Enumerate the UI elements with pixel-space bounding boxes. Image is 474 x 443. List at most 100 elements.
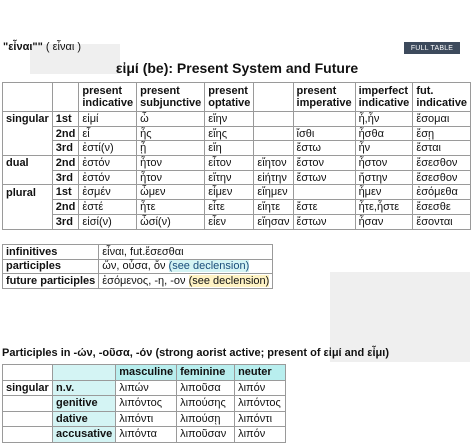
headword: "εἶναι"" ( εἶναι ) [3,41,81,53]
header-masculine: masculine [115,364,178,381]
conjugation-cell: ἐστί(ν) [78,140,138,157]
header-fut-indicative: fut. indicative [412,82,472,112]
conjugation-cell: ἦν [354,140,414,157]
corner-cell [51,82,80,112]
row-group-label: dual [2,155,53,171]
row-group-label: singular [2,111,53,127]
participle-case-label: n.v. [51,379,117,396]
corner-cell [2,364,53,381]
conjugation-cell: ἐστόν [78,155,138,171]
conjugation-cell: εἴην [204,111,255,127]
conjugation-cell: ἐσόμεθα [412,184,472,201]
participle-row: dative λιπόντι λιπούσῃ λιπόντι [2,410,286,427]
conjugation-table: present indicative present subjunctive p… [2,82,472,230]
participle-case-label: dative [51,410,117,427]
conjugation-cell [292,111,356,127]
see-declension-link[interactable]: (see declension) [168,260,250,273]
conjugation-cell: ἦσαν [354,213,414,230]
conjugation-cell [253,125,294,142]
participle-cell: λιπόντα [115,426,178,443]
row-group-label [2,126,53,141]
header-present-subjunctive: present subjunctive [136,82,206,112]
conjugation-row: dual 2nd ἐστόν ἦτον εἶτον εἴητον ἔστον ἦστον ἔσε… [2,155,472,171]
conjugation-cell: εἰήτην [253,169,294,186]
conjugation-cell: ἐστέ [78,199,138,215]
participles-cell: ὤν, οὖσα, ὄν (see declension) [98,258,274,274]
participle-row: accusative λιπόντα λιποῦσαν λιπόν [2,426,286,443]
infinitives-row: infinitives εἶναι, fut.ἔσεσθαι [1,244,274,260]
participle-number-label [2,395,53,412]
header-present-imperative: present imperative [292,82,356,112]
conjugation-cell: εἴησαν [253,213,294,230]
participle-table: masculine feminine neuter singular n.v. λι… [2,364,286,443]
headword-gloss: ( εἶναι ) [45,41,82,53]
full-table-button[interactable]: FULL TABLE [404,42,460,54]
infinitives-value: εἶναι, fut.ἔσεσθαι [98,244,274,260]
participle-cell: λιπόν [234,379,286,396]
row-group-label [2,214,53,230]
conjugation-cell: ἐστόν [78,169,138,186]
participle-case-label: accusative [51,426,117,443]
conjugation-cell: ἴσθι [292,125,356,142]
conjugation-cell: εἶτον [204,155,255,171]
see-declension-link[interactable]: (see declension) [188,274,270,287]
conjugation-row: 2nd ἐστέ ἦτε εἶτε εἴητε ἔστε ἦτε,ἦστε ἔσεσθε [2,199,472,215]
conjugation-cell: ἐσμέν [78,184,138,201]
conjugation-cell: ἦτε,ἦστε [354,199,414,215]
conjugation-cell: εἰμί [78,111,138,127]
row-group-label [2,140,53,156]
participle-number-label [2,410,53,427]
conjugation-cell: εἶεν [204,213,255,230]
future-participles-value: ἐσόμενος, -η, -ον [102,274,186,287]
conjugation-cell: εἶμεν [204,184,255,201]
participle-cell: λιπούσῃ [176,410,236,427]
conjugation-cell: ἔσται [412,140,472,157]
row-group-label [2,199,53,215]
row-person-label: 2nd [51,155,80,171]
header-blank [253,82,294,112]
infinitives-participles-table: infinitives εἶναι, fut.ἔσεσθαι participl… [1,244,274,289]
row-person-label: 2nd [51,125,80,142]
header-imperfect-indicative: imperfect indicative [354,82,414,112]
row-person-label: 1st [51,111,80,127]
conjugation-cell: ἔστον [292,155,356,171]
conjugation-cell: ἔσομαι [412,111,472,127]
participle-cell: λιπών [115,379,178,396]
conjugation-cell: ἦμεν [354,184,414,201]
conjugation-cell: ἦστον [354,155,414,171]
conjugation-cell: εἴητον [253,155,294,171]
participle-cell: λιπόντι [115,410,178,427]
conjugation-row: 3rd ἐστόν ἦτον εἴτην εἰήτην ἔστων ἤστην ἔσεσθον [2,169,472,186]
row-person-label: 3rd [51,169,80,186]
conjugation-row: singular 1st εἰμί ὦ εἴην ἦ,ἦν ἔσομαι [2,111,472,127]
conjugation-cell: ἦς [136,125,206,142]
conjugation-cell: ἔσεσθε [412,199,472,215]
participle-cell: λιποῦσαν [176,426,236,443]
infinitives-label: infinitives [1,244,100,260]
participles-label: participles [1,258,100,274]
conjugation-row: plural 1st ἐσμέν ὦμεν εἶμεν εἴημεν ἦμεν ἐσόμεθα [2,184,472,201]
participle-number-label [2,426,53,443]
conjugation-cell [253,111,294,127]
table-title: εἰμί (be): Present System and Future [115,60,359,76]
participle-row: genitive λιπόντος λιπούσης λιπόντος [2,395,286,412]
row-group-label [2,170,53,185]
participle-number-label: singular [2,379,53,396]
future-participles-row: future participles ἐσόμενος, -η, -ον (se… [1,273,274,289]
conjugation-cell: ᾖ [136,140,206,157]
conjugation-cell: εἴτην [204,169,255,186]
participle-case-label: genitive [51,395,117,412]
participle-cell: λιπόντι [234,410,286,427]
conjugation-cell: εἴημεν [253,184,294,201]
conjugation-cell: ἔστε [292,199,356,215]
participle-cell: λιπόν [234,426,286,443]
participle-row: singular n.v. λιπών λιποῦσα λιπόν [2,379,286,396]
row-group-label: plural [2,184,53,200]
conjugation-cell: ἦ,ἦν [354,111,414,127]
participle-header-row: masculine feminine neuter [2,364,286,381]
participles-value: ὤν, οὖσα, ὄν [102,260,166,273]
conjugation-cell: ἦτον [136,169,206,186]
header-present-indicative: present indicative [78,82,138,112]
conjugation-cell: ἦτον [136,155,206,171]
conjugation-cell: εἶ [78,125,138,142]
